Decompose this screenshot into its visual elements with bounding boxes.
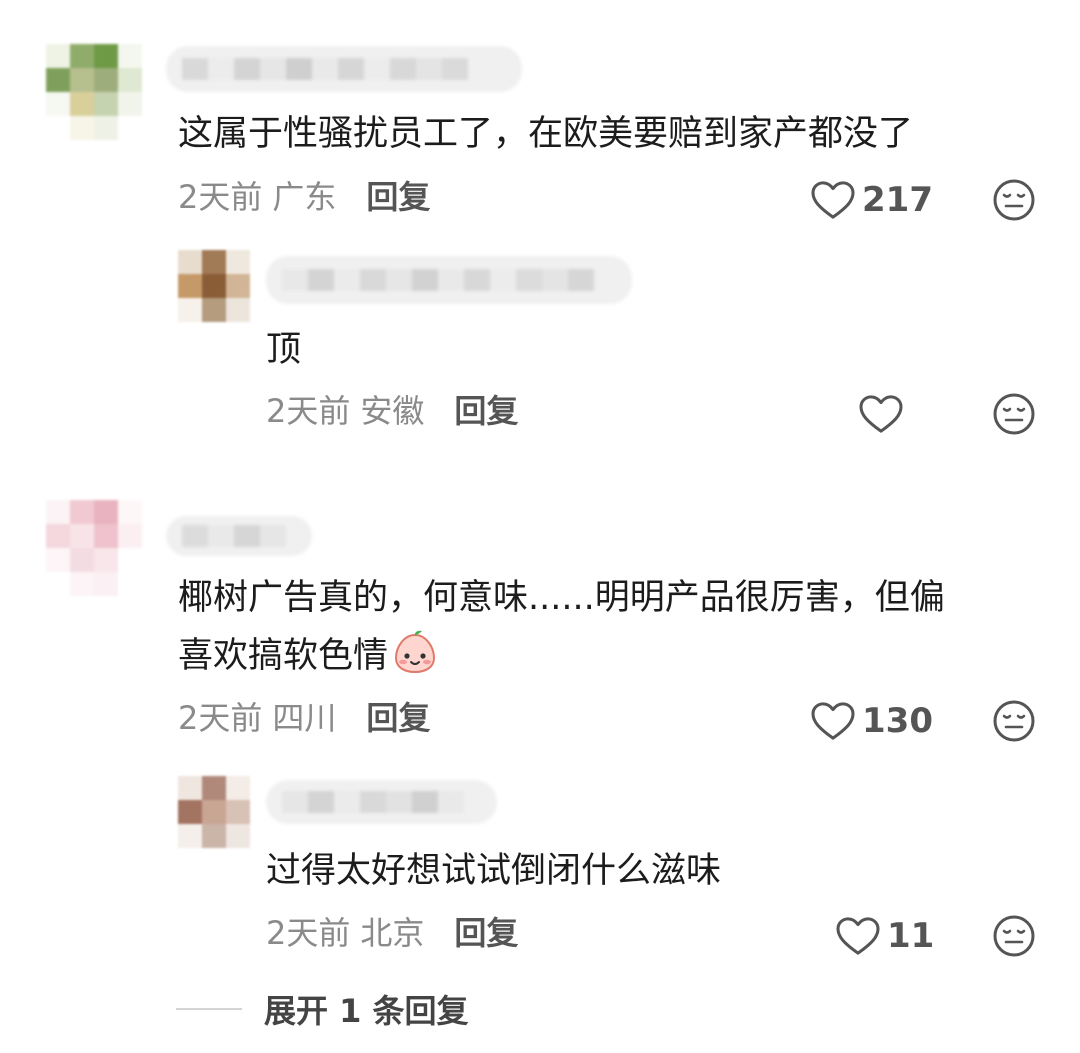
comment-text[interactable]: 顶: [266, 322, 301, 378]
meh-face-icon[interactable]: [992, 178, 1036, 222]
comment-location: 四川: [272, 699, 337, 737]
comment-location: 广东: [272, 178, 337, 216]
comment-text[interactable]: 这属于性骚扰员工了，在欧美要赔到家产都没了: [178, 106, 913, 162]
comment-time: 2天前: [178, 178, 263, 216]
comment-time: 2天前: [266, 914, 351, 952]
heart-outline-icon: [811, 702, 855, 740]
divider-line: [176, 1008, 242, 1010]
username-blurred[interactable]: [266, 780, 497, 824]
comment-text[interactable]: 过得太好想试试倒闭什么滋味: [266, 843, 721, 899]
expand-replies-button[interactable]: 展开 1 条回复: [176, 986, 469, 1032]
avatar[interactable]: [178, 776, 250, 848]
reply-button[interactable]: 回复: [454, 392, 518, 430]
like-count: 11: [887, 916, 935, 956]
smiling-face-emoji: [395, 630, 436, 674]
comment-meta: 2天前 北京 回复: [266, 913, 518, 953]
like-count: 130: [862, 701, 933, 741]
like-count: 217: [862, 180, 933, 220]
comment-meta: 2天前 四川 回复: [178, 698, 430, 738]
comment-text: 喜欢搞软色情: [178, 636, 389, 676]
like-button[interactable]: 130: [810, 699, 933, 743]
reply-button[interactable]: 回复: [366, 699, 430, 737]
username-blurred[interactable]: [266, 256, 632, 304]
comment-time: 2天前: [266, 392, 351, 430]
like-button[interactable]: 11: [835, 914, 934, 958]
reply-button[interactable]: 回复: [366, 178, 430, 216]
username-blurred[interactable]: [166, 516, 312, 556]
comment-text-line-1[interactable]: 椰树广告真的，何意味......明明产品很厉害，但偏: [178, 570, 945, 626]
meh-face-icon[interactable]: [992, 914, 1036, 958]
username-blurred[interactable]: [166, 46, 522, 92]
comment-location: 北京: [360, 914, 425, 952]
heart-outline-icon: [836, 917, 880, 955]
comment-time: 2天前: [178, 699, 263, 737]
heart-outline-icon: [859, 395, 903, 433]
expand-replies-label: 展开 1 条回复: [264, 992, 469, 1030]
like-button[interactable]: 217: [810, 178, 933, 222]
comment-meta: 2天前 安徽 回复: [266, 391, 518, 431]
avatar[interactable]: [178, 250, 250, 322]
like-button[interactable]: [858, 392, 910, 436]
avatar[interactable]: [46, 44, 142, 140]
meh-face-icon[interactable]: [992, 699, 1036, 743]
comment-location: 安徽: [360, 392, 425, 430]
meh-face-icon[interactable]: [992, 392, 1036, 436]
comment-text-line-2[interactable]: 喜欢搞软色情: [178, 628, 438, 684]
comment-meta: 2天前 广东 回复: [178, 177, 430, 217]
heart-outline-icon: [811, 181, 855, 219]
avatar[interactable]: [46, 500, 142, 596]
reply-button[interactable]: 回复: [454, 914, 518, 952]
